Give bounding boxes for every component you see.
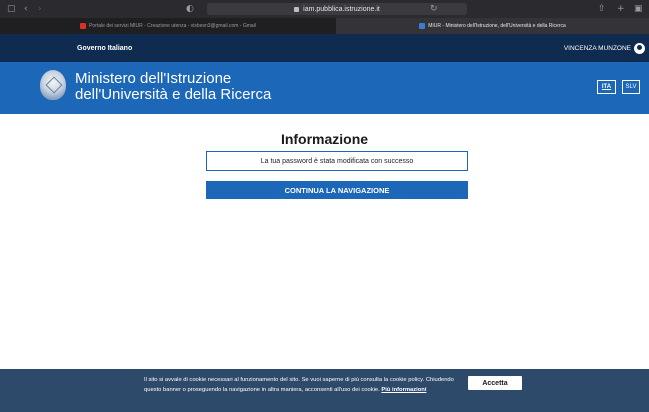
tab-label: Portale dei servizi MIUR - Creazione ute… [89,23,256,29]
cookie-accept-button[interactable]: Accetta [468,376,522,390]
reload-icon[interactable]: ↻ [430,0,438,18]
language-slv-button[interactable]: SLV [622,80,640,94]
tab-overview-icon[interactable]: ▣ [634,0,643,18]
government-link[interactable]: Governo Italiano [77,45,132,52]
tab-miur[interactable]: MIUR - Ministero dell'Istruzione, dell'U… [336,18,649,34]
ministry-title-line2: dell'Università e della Ricerca [75,86,272,103]
page: ▢ ‹ › ◐ iam.pubblica.istruzione.it ↻ ⇧ +… [0,0,649,412]
gmail-icon [80,23,87,29]
url-text: iam.pubblica.istruzione.it [303,5,380,13]
user-name[interactable]: VINCENZA MUNZONE [564,45,631,52]
forward-icon[interactable]: › [38,0,42,18]
ministry-header: Ministero dell'Istruzione dell'Universit… [0,62,649,114]
privacy-shield-icon[interactable]: ◐ [186,0,194,18]
sidebar-icon[interactable]: ▢ [7,0,16,18]
ministry-title[interactable]: Ministero dell'Istruzione dell'Universit… [75,71,271,103]
lock-icon [294,6,300,12]
page-title: Informazione [280,131,369,147]
share-icon[interactable]: ⇧ [598,0,606,18]
success-message: La tua password è stata modificata con s… [206,151,468,171]
ministry-title-line1: Ministero dell'Istruzione [75,70,232,87]
user-avatar-icon[interactable] [634,43,645,54]
italian-republic-emblem-icon [40,70,66,100]
language-ita-button[interactable]: ITA [597,80,616,94]
cookie-banner: Il sito si avvale di cookie necessari al… [0,369,649,412]
cookie-more-info-link[interactable]: Più informazioni [381,387,426,393]
new-tab-icon[interactable]: + [617,0,625,18]
government-bar: Governo Italiano VINCENZA MUNZONE [0,34,649,62]
tab-strip: Portale dei servizi MIUR - Creazione ute… [0,18,649,34]
tab-gmail[interactable]: Portale dei servizi MIUR - Creazione ute… [0,18,336,34]
address-bar[interactable]: iam.pubblica.istruzione.it [207,3,467,15]
browser-toolbar: ▢ ‹ › ◐ iam.pubblica.istruzione.it ↻ ⇧ +… [0,0,649,18]
continue-navigation-button[interactable]: CONTINUA LA NAVIGAZIONE [206,181,468,199]
miur-favicon-icon [419,23,426,29]
back-icon[interactable]: ‹ [24,0,28,18]
cookie-text-block: Il sito si avvale di cookie necessari al… [144,376,460,396]
tab-label: MIUR - Ministero dell'Istruzione, dell'U… [428,23,566,29]
